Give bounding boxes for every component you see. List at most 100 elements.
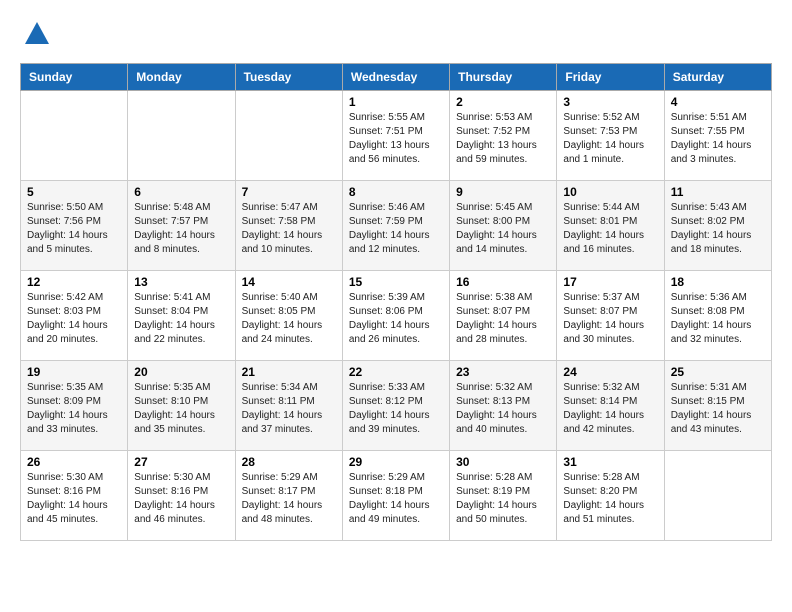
calendar-cell: 13 Sunrise: 5:41 AM Sunset: 8:04 PM Dayli… — [128, 271, 235, 361]
calendar-cell: 30 Sunrise: 5:28 AM Sunset: 8:19 PM Dayli… — [450, 451, 557, 541]
day-number: 27 — [134, 455, 228, 469]
day-info: Sunrise: 5:48 AM Sunset: 7:57 PM Dayligh… — [134, 201, 228, 257]
calendar-cell — [235, 91, 342, 181]
calendar-header: SundayMondayTuesdayWednesdayThursdayFrid… — [21, 64, 772, 91]
calendar-cell: 7 Sunrise: 5:47 AM Sunset: 7:58 PM Daylig… — [235, 181, 342, 271]
header-cell-tuesday: Tuesday — [235, 64, 342, 91]
day-number: 30 — [456, 455, 550, 469]
day-info: Sunrise: 5:29 AM Sunset: 8:18 PM Dayligh… — [349, 471, 443, 527]
day-number: 17 — [563, 275, 657, 289]
day-number: 29 — [349, 455, 443, 469]
calendar-cell: 12Sunrise: 5:42 AM Sunset: 8:03 PM Dayli… — [21, 271, 128, 361]
calendar-cell: 8 Sunrise: 5:46 AM Sunset: 7:59 PM Daylig… — [342, 181, 449, 271]
day-number: 14 — [242, 275, 336, 289]
day-info: Sunrise: 5:46 AM Sunset: 7:59 PM Dayligh… — [349, 201, 443, 257]
day-number: 19 — [27, 365, 121, 379]
day-number: 28 — [242, 455, 336, 469]
day-number: 25 — [671, 365, 765, 379]
week-row-5: 26Sunrise: 5:30 AM Sunset: 8:16 PM Dayli… — [21, 451, 772, 541]
calendar-cell: 31 Sunrise: 5:28 AM Sunset: 8:20 PM Dayli… — [557, 451, 664, 541]
calendar-cell: 19 Sunrise: 5:35 AM Sunset: 8:09 PM Dayli… — [21, 361, 128, 451]
day-info: Sunrise: 5:45 AM Sunset: 8:00 PM Dayligh… — [456, 201, 550, 257]
day-info: Sunrise: 5:34 AM Sunset: 8:11 PM Dayligh… — [242, 381, 336, 437]
calendar-cell — [128, 91, 235, 181]
calendar-cell — [664, 451, 771, 541]
calendar-cell: 6 Sunrise: 5:48 AM Sunset: 7:57 PM Daylig… — [128, 181, 235, 271]
calendar-cell — [21, 91, 128, 181]
week-row-2: 5 Sunrise: 5:50 AM Sunset: 7:56 PM Daylig… — [21, 181, 772, 271]
day-number: 16 — [456, 275, 550, 289]
day-info: Sunrise: 5:28 AM Sunset: 8:20 PM Dayligh… — [563, 471, 657, 527]
day-info: Sunrise: 5:29 AM Sunset: 8:17 PM Dayligh… — [242, 471, 336, 527]
calendar-cell: 15Sunrise: 5:39 AM Sunset: 8:06 PM Dayli… — [342, 271, 449, 361]
calendar-cell: 24 Sunrise: 5:32 AM Sunset: 8:14 PM Dayli… — [557, 361, 664, 451]
logo — [20, 20, 51, 53]
calendar-cell: 14Sunrise: 5:40 AM Sunset: 8:05 PM Dayli… — [235, 271, 342, 361]
calendar-cell: 20 Sunrise: 5:35 AM Sunset: 8:10 PM Dayli… — [128, 361, 235, 451]
calendar-cell: 1 Sunrise: 5:55 AM Sunset: 7:51 PM Daylig… — [342, 91, 449, 181]
day-number: 24 — [563, 365, 657, 379]
day-number: 23 — [456, 365, 550, 379]
day-number: 1 — [349, 95, 443, 109]
header-cell-saturday: Saturday — [664, 64, 771, 91]
calendar-cell: 21 Sunrise: 5:34 AM Sunset: 8:11 PM Dayli… — [235, 361, 342, 451]
day-number: 12 — [27, 275, 121, 289]
day-info: Sunrise: 5:51 AM Sunset: 7:55 PM Dayligh… — [671, 111, 765, 167]
header-cell-monday: Monday — [128, 64, 235, 91]
week-row-3: 12Sunrise: 5:42 AM Sunset: 8:03 PM Dayli… — [21, 271, 772, 361]
day-number: 6 — [134, 185, 228, 199]
calendar-table: SundayMondayTuesdayWednesdayThursdayFrid… — [20, 63, 772, 541]
day-number: 15 — [349, 275, 443, 289]
week-row-4: 19 Sunrise: 5:35 AM Sunset: 8:09 PM Dayli… — [21, 361, 772, 451]
day-number: 11 — [671, 185, 765, 199]
day-info: Sunrise: 5:33 AM Sunset: 8:12 PM Dayligh… — [349, 381, 443, 437]
day-info: Sunrise: 5:30 AM Sunset: 8:16 PM Dayligh… — [27, 471, 121, 527]
day-info: Sunrise: 5:32 AM Sunset: 8:14 PM Dayligh… — [563, 381, 657, 437]
calendar-cell: 25 Sunrise: 5:31 AM Sunset: 8:15 PM Dayli… — [664, 361, 771, 451]
day-info: Sunrise: 5:35 AM Sunset: 8:09 PM Dayligh… — [27, 381, 121, 437]
day-info: Sunrise: 5:38 AM Sunset: 8:07 PM Dayligh… — [456, 291, 550, 347]
day-info: Sunrise: 5:36 AM Sunset: 8:08 PM Dayligh… — [671, 291, 765, 347]
calendar-cell: 16 Sunrise: 5:38 AM Sunset: 8:07 PM Dayli… — [450, 271, 557, 361]
day-info: Sunrise: 5:41 AM Sunset: 8:04 PM Dayligh… — [134, 291, 228, 347]
day-number: 8 — [349, 185, 443, 199]
calendar-cell: 5 Sunrise: 5:50 AM Sunset: 7:56 PM Daylig… — [21, 181, 128, 271]
day-info: Sunrise: 5:37 AM Sunset: 8:07 PM Dayligh… — [563, 291, 657, 347]
day-info: Sunrise: 5:53 AM Sunset: 7:52 PM Dayligh… — [456, 111, 550, 167]
logo-icon — [23, 20, 51, 48]
day-number: 20 — [134, 365, 228, 379]
header-row: SundayMondayTuesdayWednesdayThursdayFrid… — [21, 64, 772, 91]
calendar-cell: 10Sunrise: 5:44 AM Sunset: 8:01 PM Dayli… — [557, 181, 664, 271]
day-number: 13 — [134, 275, 228, 289]
day-number: 21 — [242, 365, 336, 379]
day-info: Sunrise: 5:28 AM Sunset: 8:19 PM Dayligh… — [456, 471, 550, 527]
calendar-cell: 3Sunrise: 5:52 AM Sunset: 7:53 PM Daylig… — [557, 91, 664, 181]
day-number: 9 — [456, 185, 550, 199]
day-number: 22 — [349, 365, 443, 379]
day-number: 4 — [671, 95, 765, 109]
header-cell-wednesday: Wednesday — [342, 64, 449, 91]
calendar-cell: 9 Sunrise: 5:45 AM Sunset: 8:00 PM Daylig… — [450, 181, 557, 271]
day-number: 7 — [242, 185, 336, 199]
day-info: Sunrise: 5:43 AM Sunset: 8:02 PM Dayligh… — [671, 201, 765, 257]
day-info: Sunrise: 5:30 AM Sunset: 8:16 PM Dayligh… — [134, 471, 228, 527]
day-info: Sunrise: 5:44 AM Sunset: 8:01 PM Dayligh… — [563, 201, 657, 257]
day-info: Sunrise: 5:47 AM Sunset: 7:58 PM Dayligh… — [242, 201, 336, 257]
calendar-cell: 4 Sunrise: 5:51 AM Sunset: 7:55 PM Daylig… — [664, 91, 771, 181]
day-info: Sunrise: 5:35 AM Sunset: 8:10 PM Dayligh… — [134, 381, 228, 437]
day-info: Sunrise: 5:50 AM Sunset: 7:56 PM Dayligh… — [27, 201, 121, 257]
calendar-body: 1 Sunrise: 5:55 AM Sunset: 7:51 PM Daylig… — [21, 91, 772, 541]
day-info: Sunrise: 5:31 AM Sunset: 8:15 PM Dayligh… — [671, 381, 765, 437]
calendar-cell: 23 Sunrise: 5:32 AM Sunset: 8:13 PM Dayli… — [450, 361, 557, 451]
day-info: Sunrise: 5:32 AM Sunset: 8:13 PM Dayligh… — [456, 381, 550, 437]
header-cell-sunday: Sunday — [21, 64, 128, 91]
calendar-cell: 28 Sunrise: 5:29 AM Sunset: 8:17 PM Dayli… — [235, 451, 342, 541]
day-number: 5 — [27, 185, 121, 199]
day-number: 31 — [563, 455, 657, 469]
page-header — [20, 20, 772, 53]
calendar-cell: 17 Sunrise: 5:37 AM Sunset: 8:07 PM Dayli… — [557, 271, 664, 361]
calendar-cell: 18Sunrise: 5:36 AM Sunset: 8:08 PM Dayli… — [664, 271, 771, 361]
calendar-cell: 29 Sunrise: 5:29 AM Sunset: 8:18 PM Dayli… — [342, 451, 449, 541]
day-info: Sunrise: 5:55 AM Sunset: 7:51 PM Dayligh… — [349, 111, 443, 167]
calendar-cell: 27 Sunrise: 5:30 AM Sunset: 8:16 PM Dayli… — [128, 451, 235, 541]
